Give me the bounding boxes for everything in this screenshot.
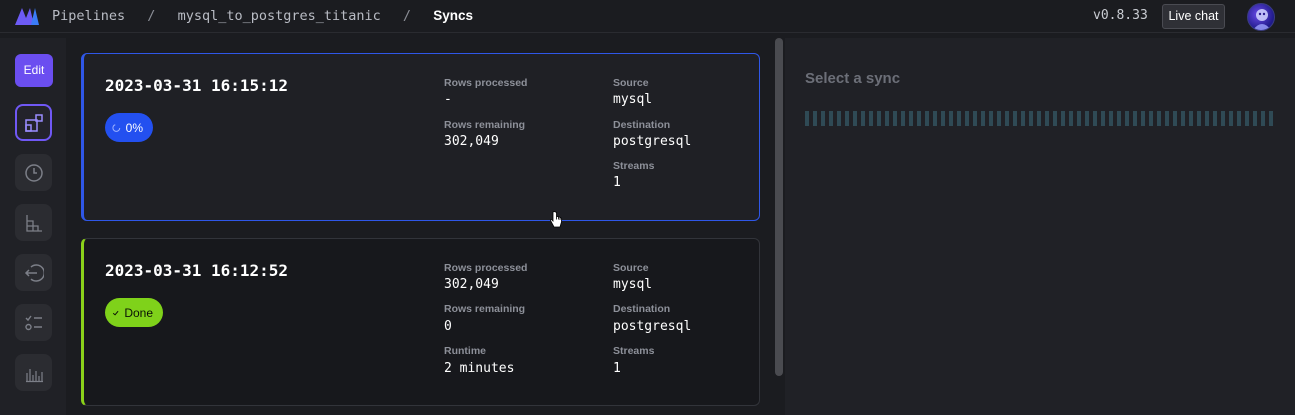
top-bar: Pipelines / mysql_to_postgres_titanic / … [0,0,1295,33]
version-label: v0.8.33 [1093,8,1148,23]
sync-timestamp: 2023-03-31 16:12:52 [105,261,289,280]
detail-title: Select a sync [805,70,901,87]
nav-monitors-button[interactable] [15,304,52,341]
spinner-icon [112,123,121,132]
rows-remaining-value: 0 [444,319,452,334]
rows-processed-label: Rows processed [444,262,528,274]
breadcrumb-current: Syncs [433,8,473,23]
destination-label: Destination [613,119,671,131]
rows-remaining-value: 302,049 [444,134,499,149]
runtime-value: 2 minutes [444,361,515,376]
nav-schedules-button[interactable] [15,154,52,191]
logout-icon [24,263,44,282]
nav-triggers-button[interactable] [15,254,52,291]
rows-remaining-label: Rows remaining [444,119,526,131]
source-label: Source [613,77,649,89]
bar-chart-icon [25,368,43,382]
breadcrumb-separator: / [402,8,412,24]
status-badge: 0% [105,113,153,142]
edit-button[interactable]: Edit [15,54,53,87]
destination-value: postgresql [613,134,692,149]
status-text: Done [124,305,153,320]
rows-remaining-label: Rows remaining [444,303,526,315]
streams-value: 1 [613,175,621,190]
breadcrumb: Pipelines / mysql_to_postgres_titanic / … [52,8,473,24]
avatar-icon [1253,9,1271,30]
breadcrumb-pipelines[interactable]: Pipelines [52,8,125,24]
blocks-icon [25,214,42,232]
sync-timestamp: 2023-03-31 16:15:12 [105,76,289,95]
source-value: mysql [613,277,653,292]
streams-value: 1 [613,361,621,376]
source-label: Source [613,262,649,274]
streams-label: Streams [613,160,655,172]
nav-dashboard-button[interactable] [15,104,52,141]
sync-detail-panel: Select a sync [785,38,1295,415]
detail-placeholder-divider [805,111,1276,126]
check-icon [112,310,119,316]
destination-label: Destination [613,303,671,315]
sync-card[interactable]: 2023-03-31 16:12:52 Done Rows processed … [81,238,760,406]
sync-card[interactable]: 2023-03-31 16:15:12 0% Rows processed - … [81,53,760,221]
clock-icon [24,163,43,182]
dashboard-icon [24,113,43,132]
runtime-label: Runtime [444,345,486,357]
nav-blocks-button[interactable] [15,204,52,241]
avatar[interactable] [1247,3,1275,31]
live-chat-button[interactable]: Live chat [1162,4,1225,29]
destination-value: postgresql [613,319,692,334]
rows-processed-value: - [444,92,452,107]
rows-processed-value: 302,049 [444,277,499,292]
list-scrollbar[interactable] [775,38,783,376]
pointer-cursor-icon [549,211,562,228]
syncs-list: 2023-03-31 16:15:12 0% Rows processed - … [66,38,770,415]
breadcrumb-separator: / [147,8,156,24]
status-text: 0% [125,120,143,135]
breadcrumb-pipeline[interactable]: mysql_to_postgres_titanic [178,8,381,24]
status-badge: Done [105,298,163,327]
rows-processed-label: Rows processed [444,77,528,89]
streams-label: Streams [613,345,655,357]
checklist-icon [24,315,42,330]
nav-metrics-button[interactable] [15,354,52,391]
source-value: mysql [613,92,653,107]
mage-logo-icon[interactable] [14,6,40,26]
